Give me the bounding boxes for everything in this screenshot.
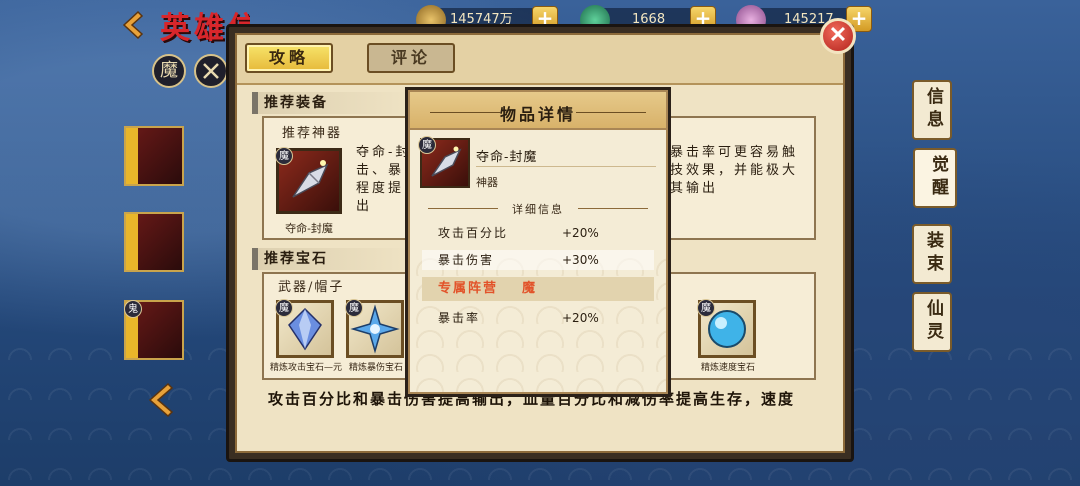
stat-name: 暴击率 bbox=[438, 311, 481, 325]
stat-row: 暴击伤害 +30% bbox=[422, 250, 654, 270]
section-equip-title: 推荐装备 bbox=[252, 92, 412, 114]
camp-value: 魔 bbox=[522, 281, 538, 296]
detail-section-title: 详细信息 bbox=[512, 203, 564, 216]
tab-guide[interactable]: 攻略 bbox=[245, 43, 333, 73]
artifact-title: 推荐神器 bbox=[282, 126, 343, 141]
camp-label: 专属阵营 bbox=[438, 281, 499, 296]
crossed-swords-icon bbox=[203, 63, 219, 79]
popup-header: 物品详情 bbox=[410, 92, 666, 130]
hero-badge: 鬼 bbox=[124, 300, 142, 318]
back-arrow-icon[interactable] bbox=[118, 10, 148, 40]
hero-slot[interactable]: 鬼 bbox=[124, 300, 184, 360]
close-button[interactable]: ✕ bbox=[820, 18, 856, 54]
section-gem-title: 推荐宝石 bbox=[252, 248, 412, 270]
popup-title: 物品详情 bbox=[499, 105, 576, 124]
tab-awaken[interactable]: 觉醒 bbox=[913, 148, 957, 208]
tab-info[interactable]: 信息 bbox=[912, 80, 952, 140]
gem-caption: 精炼攻击宝石—元 bbox=[269, 363, 342, 373]
item-detail-body: 物品详情 魔 夺命-封魔 神器 详细信息 攻击百分比 +20% 暴击伤害 +30… bbox=[408, 90, 668, 394]
window-header: 攻略 评论 bbox=[237, 35, 843, 85]
popup-item-icon: 魔 bbox=[418, 136, 470, 188]
star-rank-icon bbox=[126, 214, 138, 270]
wave-decoration bbox=[0, 460, 1080, 480]
artifact-name: 夺命-封魔 bbox=[285, 222, 333, 235]
artifact-badge: 魔 bbox=[275, 147, 293, 165]
scroll-left-arrow-icon[interactable] bbox=[146, 382, 174, 418]
tab-spirit[interactable]: 仙灵 bbox=[912, 292, 952, 352]
popup-item-name: 夺命-封魔 bbox=[476, 150, 538, 165]
tab-costume[interactable]: 装束 bbox=[912, 224, 952, 284]
tab-comments[interactable]: 评论 bbox=[367, 43, 455, 73]
faction-label: 魔 bbox=[160, 60, 178, 81]
hero-slot[interactable] bbox=[124, 126, 184, 186]
weapon-filter-button[interactable] bbox=[194, 54, 228, 88]
gem-badge: 魔 bbox=[697, 299, 715, 317]
item-divider bbox=[476, 166, 656, 167]
close-icon: ✕ bbox=[828, 22, 848, 48]
stat-name: 攻击百分比 bbox=[438, 226, 509, 240]
gem-slot-title: 武器/帽子 bbox=[278, 280, 345, 295]
gem-slot[interactable]: 魔 bbox=[345, 299, 404, 358]
item-detail-popup: 物品详情 魔 夺命-封魔 神器 详细信息 攻击百分比 +20% 暴击伤害 +30… bbox=[405, 87, 671, 397]
faction-filter-button[interactable]: 魔 bbox=[152, 54, 186, 88]
star-rank-icon bbox=[126, 128, 138, 184]
stat-value: +30% bbox=[562, 253, 599, 267]
stat-row: 攻击百分比 +20% bbox=[422, 223, 654, 243]
artifact-description-right: 暴击率可更容易触 技效果，并能极大 其输出 bbox=[670, 145, 799, 196]
gem-caption: 精炼速度宝石 bbox=[700, 363, 755, 373]
exclusive-camp-row: 专属阵营 魔 bbox=[422, 277, 654, 301]
gem-slot[interactable]: 魔 bbox=[275, 299, 334, 358]
artifact-slot[interactable]: 魔 bbox=[275, 147, 342, 214]
item-badge: 魔 bbox=[418, 136, 436, 154]
popup-item-type: 神器 bbox=[476, 176, 498, 189]
stat-row: 暴击率 +20% bbox=[422, 308, 654, 328]
stat-value: +20% bbox=[562, 226, 599, 240]
gem-badge: 魔 bbox=[275, 299, 293, 317]
artifact-description-left: 夺命-封 击、暴 程度提 出 bbox=[356, 145, 406, 214]
stat-name: 暴击伤害 bbox=[438, 253, 495, 267]
stat-value: +20% bbox=[562, 311, 599, 325]
hero-slot[interactable] bbox=[124, 212, 184, 272]
gem-caption: 精炼暴伤宝石 bbox=[348, 363, 403, 373]
gem-slot[interactable]: 魔 bbox=[697, 299, 756, 358]
gem-badge: 魔 bbox=[345, 299, 363, 317]
